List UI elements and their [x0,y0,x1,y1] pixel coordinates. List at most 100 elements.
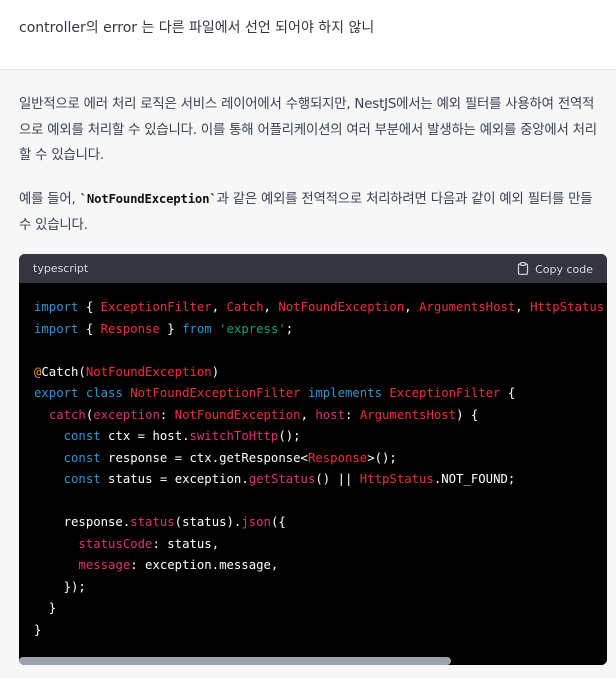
code-language-label: typescript [33,262,89,275]
code-token: >(); [367,450,397,465]
code-token: NotFoundException [174,407,301,422]
code-token: Catch( [41,364,86,379]
code-token: } [159,321,183,336]
code-token: ; [285,321,294,336]
clipboard-icon [517,262,529,275]
code-token: { [78,321,101,336]
code-token: implements [307,386,382,400]
code-line: import { Response } from 'express'; [34,319,607,341]
code-token: , [211,300,227,314]
code-block-header: typescript Copy code [19,254,607,283]
code-token: ctx = host. [100,429,190,443]
code-token: const [63,429,101,443]
code-token: Catch [226,300,264,314]
code-token: status = exception. [100,472,249,486]
code-content: import { ExceptionFilter, Catch, NotFoun… [34,297,607,641]
inline-code-notfoundexception: `NotFoundException` [79,192,217,206]
user-message-row: controller의 error 는 다른 파일에서 선언 되어야 하지 않니 [0,0,616,70]
assistant-paragraph-2: 예를 들어, `NotFoundException`과 같은 예외를 전역적으로… [19,187,603,238]
code-line: response.status(status).json({ [34,512,607,534]
code-token: , [263,300,279,314]
code-token: catch [48,407,86,422]
code-token: class [85,386,123,400]
code-token: json [241,515,271,529]
copy-code-label: Copy code [535,263,593,276]
code-token: status [130,515,175,529]
code-token: .NOT_FOUND; [433,472,516,486]
code-token: ExceptionFilter [100,300,212,314]
code-token: , [404,300,420,314]
assistant-message-row: 일반적으로 에러 처리 로직은 서비스 레이어에서 수행되지만, NestJS에… [0,70,616,678]
code-line: } [34,598,607,620]
code-token: : [345,407,360,422]
code-block: typescript Copy code import { ExceptionF… [19,254,607,665]
code-token: { [78,300,101,314]
horizontal-scrollbar[interactable] [19,657,607,665]
code-line: message: exception.message, [34,555,607,577]
scrollbar-thumb[interactable] [19,657,451,665]
code-line: }); [34,577,607,599]
code-token: const [63,472,101,486]
code-token: } [34,622,42,637]
code-token: : status, [152,536,220,551]
code-token: export [34,386,79,400]
code-token: ArgumentsHost [359,407,457,422]
code-token: ExceptionFilter [389,386,501,400]
code-token: getStatus [248,472,316,486]
code-token: ({ [270,515,286,529]
code-line: const status = exception.getStatus() || … [34,469,607,491]
code-token: host [315,407,345,422]
code-token: ) [211,364,220,379]
code-token: ) { [456,407,479,422]
code-line: export class NotFoundExceptionFilter imp… [34,383,607,405]
code-token: import [34,300,79,314]
code-line: const ctx = host.switchToHttp(); [34,426,607,448]
code-token: { [500,386,516,400]
code-token: () || [315,472,360,486]
code-token: message [78,558,131,572]
code-line: import { ExceptionFilter, Catch, NotFoun… [34,297,607,319]
code-token: ArgumentsHost [419,300,516,314]
code-token: NotFoundExceptionFilter [130,386,301,400]
copy-code-button[interactable]: Copy code [517,262,593,276]
code-token: } [604,300,607,314]
code-token: : [159,407,175,422]
code-token: import [34,321,79,336]
assistant-paragraph-1: 일반적으로 에러 처리 로직은 서비스 레이어에서 수행되지만, NestJS에… [19,97,597,163]
code-token: NotFoundException [278,300,405,314]
code-token: : exception.message, [130,558,279,572]
code-line: } [34,620,607,642]
code-token: (); [278,429,301,443]
code-token: switchToHttp [189,429,279,443]
code-token: const [63,450,101,465]
user-message-text: controller의 error 는 다른 파일에서 선언 되어야 하지 않니 [19,20,375,36]
code-token: 'express' [219,321,286,336]
code-line: @Catch(NotFoundException) [34,362,607,384]
code-token: Response [307,450,368,465]
code-token: response = ctx.getResponse< [100,450,308,465]
paragraph-2-prefix: 예를 들어, [19,192,80,207]
code-token: (status). [174,515,242,529]
code-token: response. [34,515,131,529]
code-line: const response = ctx.getResponse<Respons… [34,448,607,470]
code-token: exception [93,407,160,422]
code-token: , [515,300,531,314]
code-token: Response [100,321,160,336]
code-token: } [34,601,57,615]
code-token: , [300,407,316,422]
code-token: HttpStatus [359,472,434,486]
code-token: from [182,321,212,336]
code-line: catch(exception: NotFoundException, host… [34,405,607,427]
code-line: statusCode: status, [34,534,607,556]
code-token: NotFoundException [85,364,212,379]
